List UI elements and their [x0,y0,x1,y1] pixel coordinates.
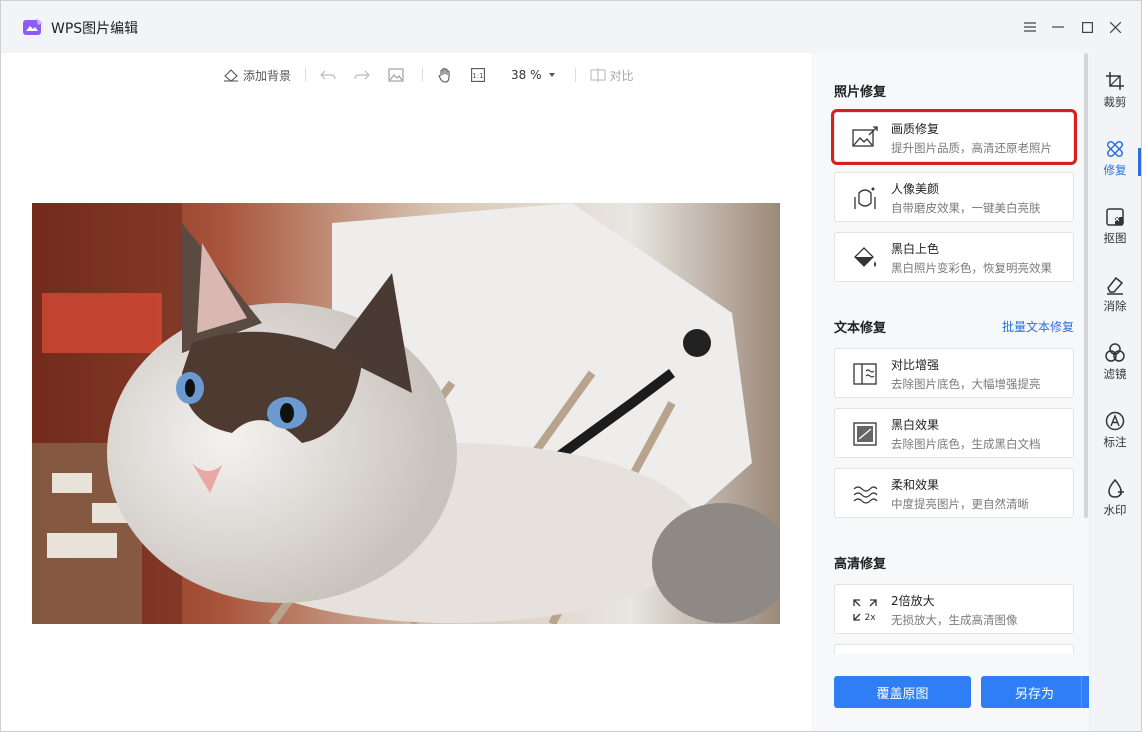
redo-button[interactable] [354,68,374,82]
upscale-2x-card[interactable]: 2x 2倍放大 无损放大，生成高清图像 [834,584,1074,634]
rail-item-watermark[interactable]: 水印 [1089,473,1141,529]
rail-item-erase[interactable]: 消除 [1089,269,1141,325]
cutout-icon [1106,208,1124,226]
repair-panel: 照片修复 画质修复 提升图片品质，高清还原老照片 人像美颜 自带磨皮效果，一键美… [811,53,1089,731]
bw-effect-icon [853,422,877,446]
rail-item-crop[interactable]: 裁剪 [1089,65,1141,121]
title-bar: WPS图片编辑 [1,1,1141,53]
card-description: 无损放大，生成高清图像 [891,613,1018,627]
image-enhance-icon [852,126,878,147]
rail-item-annotate[interactable]: 标注 [1089,405,1141,461]
toolbar-divider [305,68,307,82]
app-logo-icon [23,18,43,35]
photo-repair-title: 照片修复 [834,85,887,100]
undo-button[interactable] [320,68,340,82]
close-icon [1109,21,1121,33]
zoom-value: 38 % [511,68,542,82]
close-button[interactable] [1103,15,1127,39]
soft-effect-card[interactable]: 柔和效果 中度提亮图片，更自然清晰 [834,468,1074,518]
maximize-icon [1081,21,1093,33]
redo-icon [354,70,370,80]
card-title: 2倍放大 [891,594,935,608]
rail-item-label: 裁剪 [1103,95,1127,109]
actual-size-icon: 1:1 [471,68,485,82]
rail-item-label: 水印 [1103,503,1127,517]
eraser-icon [1107,276,1124,295]
maximize-button[interactable] [1075,15,1099,39]
bw-effect-card[interactable]: 黑白效果 去除图片底色，生成黑白文档 [834,408,1074,458]
hand-icon [438,67,450,83]
image-icon [388,68,404,82]
rail-item-label: 标注 [1103,435,1127,449]
card-description: 黑白照片变彩色，恢复明亮效果 [891,261,1052,275]
card-title: 黑白效果 [891,418,940,432]
card-title: 对比增强 [891,358,940,372]
undo-icon [320,70,336,80]
card-description: 中度提亮图片，更自然清晰 [891,497,1029,511]
colorize-card[interactable]: 黑白上色 黑白照片变彩色，恢复明亮效果 [834,232,1074,282]
image-canvas: 添加背景 1:1 38 % 对比 [1,53,811,731]
repair-icon [1107,141,1123,157]
next-card-partial[interactable] [834,644,1074,654]
crop-icon [1106,72,1124,90]
compare-label: 对比 [609,68,634,83]
svg-text:1:1: 1:1 [472,72,483,80]
card-title: 人像美颜 [891,182,940,196]
minimize-icon [1052,26,1064,28]
portrait-beauty-icon [854,187,876,209]
rail-item-label: 滤镜 [1103,367,1127,381]
toolbar-divider [422,68,424,82]
edited-photo [32,203,780,624]
background-icon [224,69,238,82]
card-description: 提升图片品质，高清还原老照片 [891,141,1052,155]
rail-item-repair[interactable]: 修复 [1089,133,1141,189]
rail-item-label: 修复 [1103,163,1127,177]
zoom-select[interactable]: 38 % [511,68,561,82]
text-repair-title: 文本修复 [834,321,887,336]
add-background-button[interactable]: 添加背景 [223,67,291,84]
app-window: WPS图片编辑 添加背景 1:1 38 % 对比 照片修复 画质修复 提升图片品… [0,0,1142,732]
soft-effect-icon [853,486,878,504]
panel-scrollbar[interactable] [1084,53,1088,518]
overwrite-original-button[interactable]: 覆盖原图 [834,676,971,708]
image-button[interactable] [388,68,408,82]
canvas-toolbar: 添加背景 1:1 38 % 对比 [223,65,648,85]
toolbar-divider [574,68,576,82]
chevron-down-icon [548,73,555,77]
card-description: 去除图片底色，生成黑白文档 [891,437,1041,451]
contrast-enhance-card[interactable]: 对比增强 去除图片底色，大幅增强提亮 [834,348,1074,398]
pan-button[interactable] [437,67,457,83]
app-title: WPS图片编辑 [51,21,139,37]
hamburger-menu-icon [1024,22,1036,32]
filter-icon [1105,343,1125,362]
save-as-button[interactable]: 另存为 [981,676,1088,708]
upscale-2x-icon: 2x [853,599,877,623]
card-title: 柔和效果 [891,478,940,492]
rail-item-label: 抠图 [1103,231,1127,245]
hd-repair-title: 高清修复 [834,557,887,572]
annotate-icon [1105,411,1125,431]
portrait-beauty-card[interactable]: 人像美颜 自带磨皮效果，一键美白亮肤 [834,172,1074,222]
actual-size-button[interactable]: 1:1 [471,68,489,82]
card-description: 去除图片底色，大幅增强提亮 [891,377,1041,391]
card-title: 黑白上色 [891,242,940,256]
rail-item-cutout[interactable]: 抠图 [1089,201,1141,257]
card-description: 自带磨皮效果，一键美白亮肤 [891,201,1041,215]
colorize-icon [854,247,876,267]
compare-icon [589,68,606,82]
minimize-button[interactable] [1046,15,1070,39]
card-title: 画质修复 [891,122,940,136]
contrast-enhance-icon [853,363,877,385]
image-quality-repair-card[interactable]: 画质修复 提升图片品质，高清还原老照片 [831,109,1077,165]
rail-item-label: 消除 [1103,299,1127,313]
watermark-icon [1108,479,1124,498]
tool-rail: 裁剪 修复 抠图 消除 滤镜 标注 水印 [1089,53,1141,731]
add-background-label: 添加背景 [243,68,292,83]
menu-button[interactable] [1018,15,1042,39]
compare-button[interactable]: 对比 [589,67,634,84]
rail-item-filter[interactable]: 滤镜 [1089,337,1141,393]
batch-text-repair-link[interactable]: 批量文本修复 [1002,318,1074,335]
svg-text:2x: 2x [864,613,876,623]
